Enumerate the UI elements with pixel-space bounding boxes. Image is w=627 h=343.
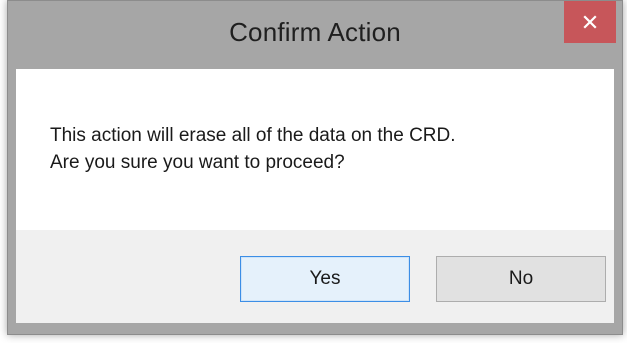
confirm-dialog: Confirm Action This action will erase al… (7, 0, 623, 335)
message-line: Are you sure you want to proceed? (50, 152, 345, 173)
dialog-body: This action will erase all of the data o… (16, 69, 614, 323)
title-bar[interactable]: Confirm Action (8, 1, 622, 69)
dialog-title: Confirm Action (229, 17, 401, 47)
message-line: This action will erase all of the data o… (50, 125, 456, 146)
close-button[interactable] (564, 1, 616, 43)
dialog-message: This action will erase all of the data o… (50, 122, 456, 176)
button-bar: Yes No (16, 230, 614, 323)
close-icon (583, 15, 597, 29)
no-button[interactable]: No (436, 256, 606, 302)
yes-button[interactable]: Yes (240, 256, 410, 302)
